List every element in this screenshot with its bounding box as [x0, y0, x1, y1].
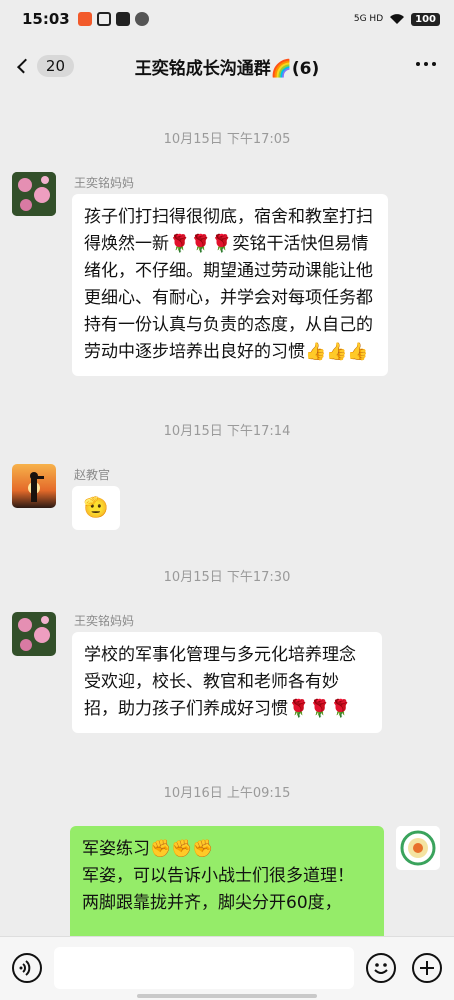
more-actions-button[interactable] [412, 953, 442, 983]
avatar-wang-mother[interactable] [12, 172, 56, 216]
wifi-icon [390, 14, 405, 24]
dot-icon [424, 62, 428, 66]
school-logo-avatar-icon [396, 826, 440, 870]
message-bubble[interactable]: 孩子们打扫得很彻底，宿舍和教室打扫得焕然一新🌹🌹🌹奕铭干活快但易情绪化，不仔细。… [72, 194, 388, 376]
home-indicator[interactable] [137, 994, 317, 998]
own-message-bubble[interactable]: 军姿练习✊✊✊ 军姿，可以告诉小战士们很多道理！ 两脚跟靠拢并齐，脚尖分开60度… [70, 826, 384, 936]
voice-icon [19, 960, 31, 976]
avatar-zhao-instructor[interactable] [12, 464, 56, 508]
cast-icon [115, 12, 130, 26]
input-bar [0, 936, 454, 1000]
status-bar: 15:03 5G HD 100 [0, 0, 454, 38]
message-timestamp: 10月15日 下午17:05 [163, 132, 291, 147]
plus-icon [420, 961, 434, 975]
rose-avatar-icon [12, 612, 56, 656]
voice-input-button[interactable] [12, 953, 42, 983]
avatar-self[interactable] [396, 826, 440, 870]
battery-indicator: 100 [411, 12, 440, 26]
message-bubble[interactable]: 🫡 [72, 486, 120, 530]
message-timestamp: 10月16日 上午09:15 [163, 786, 291, 801]
dot-icon [432, 62, 436, 66]
chat-header: 20 王奕铭成长沟通群🌈(6) [0, 38, 454, 94]
message-timestamp: 10月15日 下午17:30 [163, 570, 291, 585]
sender-name: 王奕铭妈妈 [74, 176, 135, 190]
chat-area[interactable]: 10月15日 下午17:05 王奕铭妈妈 孩子们打扫得很彻底，宿舍和教室打扫得焕… [0, 94, 454, 936]
status-right: 5G HD 100 [353, 12, 440, 26]
status-time: 15:03 [22, 10, 70, 28]
rose-avatar-icon [12, 172, 56, 216]
emoji-button[interactable] [366, 953, 396, 983]
sunset-soldier-avatar-icon [12, 464, 56, 508]
smiley-icon [374, 963, 388, 974]
message-notification-icon [134, 12, 149, 26]
message-timestamp: 10月15日 下午17:14 [163, 424, 291, 439]
notification-icons [77, 12, 149, 26]
sender-name: 赵教官 [74, 468, 111, 482]
message-bubble[interactable]: 学校的军事化管理与多元化培养理念受欢迎，校长、教官和老师各有妙招，助力孩子们养成… [72, 632, 382, 733]
dot-icon [416, 62, 420, 66]
chat-title: 王奕铭成长沟通群🌈(6) [134, 59, 320, 79]
app-notification-icon [77, 12, 92, 26]
message-input[interactable] [54, 947, 354, 989]
network-label: 5G HD [353, 14, 384, 24]
avatar-wang-mother[interactable] [12, 612, 56, 656]
hotspot-icon [96, 12, 111, 26]
sender-name: 王奕铭妈妈 [74, 614, 135, 628]
more-options-button[interactable] [416, 62, 436, 66]
